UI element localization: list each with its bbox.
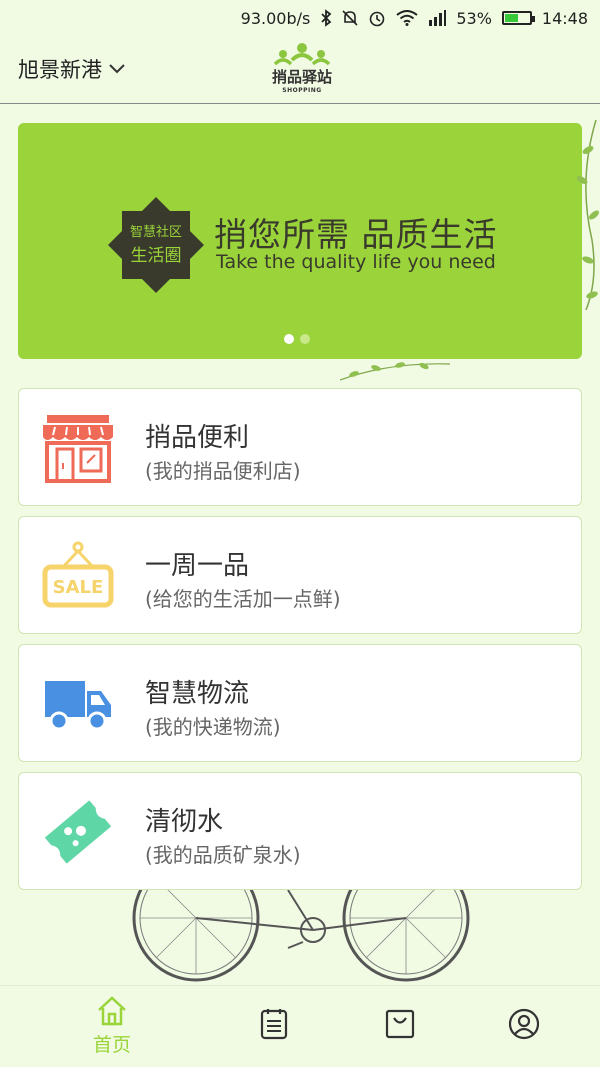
logo-subtext: SHOPPING [282,87,322,94]
tab-bag[interactable] [360,996,440,1066]
menu-subtitle: (我的捎品便利店) [145,459,301,483]
tab-profile[interactable] [484,996,564,1066]
app-logo: 捎品驿站 SHOPPING [262,42,342,102]
tab-orders[interactable] [234,996,314,1066]
carousel-dot[interactable] [284,334,294,344]
battery-percent: 53% [456,8,492,28]
header: 旭景新港 捎品驿站 SHOPPING [0,36,600,104]
menu-title: 清彻水 [145,807,224,837]
leaves-decoration-bottom [340,362,450,381]
location-label: 旭景新港 [18,58,102,82]
bicycle-illustration [132,890,470,982]
tab-home[interactable]: 首页 [72,996,152,1066]
menu-subtitle: (我的品质矿泉水) [145,843,301,867]
orders-icon [260,1009,288,1040]
bottom-tab-bar: 首页 [0,985,600,1067]
store-icon [43,415,113,483]
badge-line2: 生活圈 [130,246,182,266]
logo-text: 捎品驿站 [271,68,332,86]
banner-title: 捎您所需 品质生活 [214,215,498,254]
menu-title: 一周一品 [145,551,250,581]
signal-icon [428,10,447,26]
menu-subtitle: (我的快递物流) [145,715,281,739]
alarm-icon [368,9,386,27]
menu-title: 智慧物流 [145,679,250,709]
badge-line1: 智慧社区 [129,225,182,240]
wifi-icon [396,10,418,26]
mute-icon [342,9,358,27]
clock: 14:48 [541,8,588,28]
profile-icon [508,1008,540,1040]
bluetooth-icon [320,9,332,27]
svg-text:SALE: SALE [53,577,104,598]
home-icon [98,996,126,1026]
bag-icon [385,1009,415,1039]
menu-card-water[interactable]: 清彻水 (我的品质矿泉水) [18,772,582,890]
carousel-indicator [284,334,310,344]
promo-banner[interactable]: 智慧社区 生活圈 捎您所需 品质生活 Take the quality life… [18,123,582,359]
carousel-dot[interactable] [300,334,310,344]
menu-card-convenience[interactable]: 捎品便利 (我的捎品便利店) [18,388,582,506]
chevron-down-icon [109,64,125,74]
sale-sign-icon: SALE [42,541,114,608]
menu-title: 捎品便利 [145,423,250,453]
status-bar: 93.00b/s 53% 14:48 [0,0,600,36]
menu-card-weekly[interactable]: SALE 一周一品 (给您的生活加一点鲜) [18,516,582,634]
tab-home-label: 首页 [92,1034,131,1056]
battery-icon [501,11,535,25]
location-selector[interactable]: 旭景新港 [18,54,126,84]
menu-card-logistics[interactable]: 智慧物流 (我的快递物流) [18,644,582,762]
net-speed: 93.00b/s [240,8,311,28]
banner-subtitle: Take the quality life you need [216,251,496,273]
delivery-truck-icon [45,681,111,731]
menu-subtitle: (给您的生活加一点鲜) [145,587,341,611]
water-ticket-icon [44,800,112,864]
